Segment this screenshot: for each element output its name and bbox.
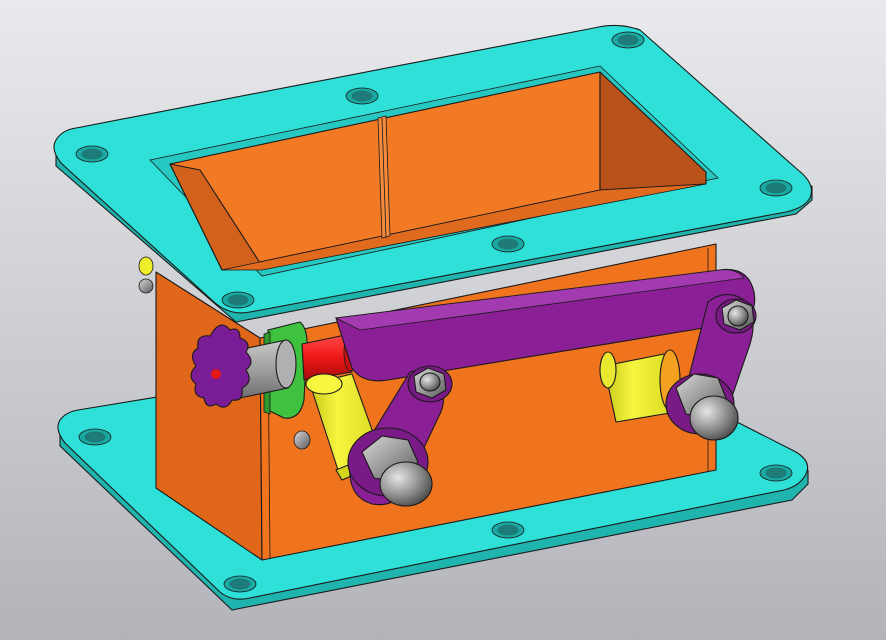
cad-canvas[interactable] — [0, 0, 886, 640]
cad-viewport[interactable] — [0, 0, 886, 640]
